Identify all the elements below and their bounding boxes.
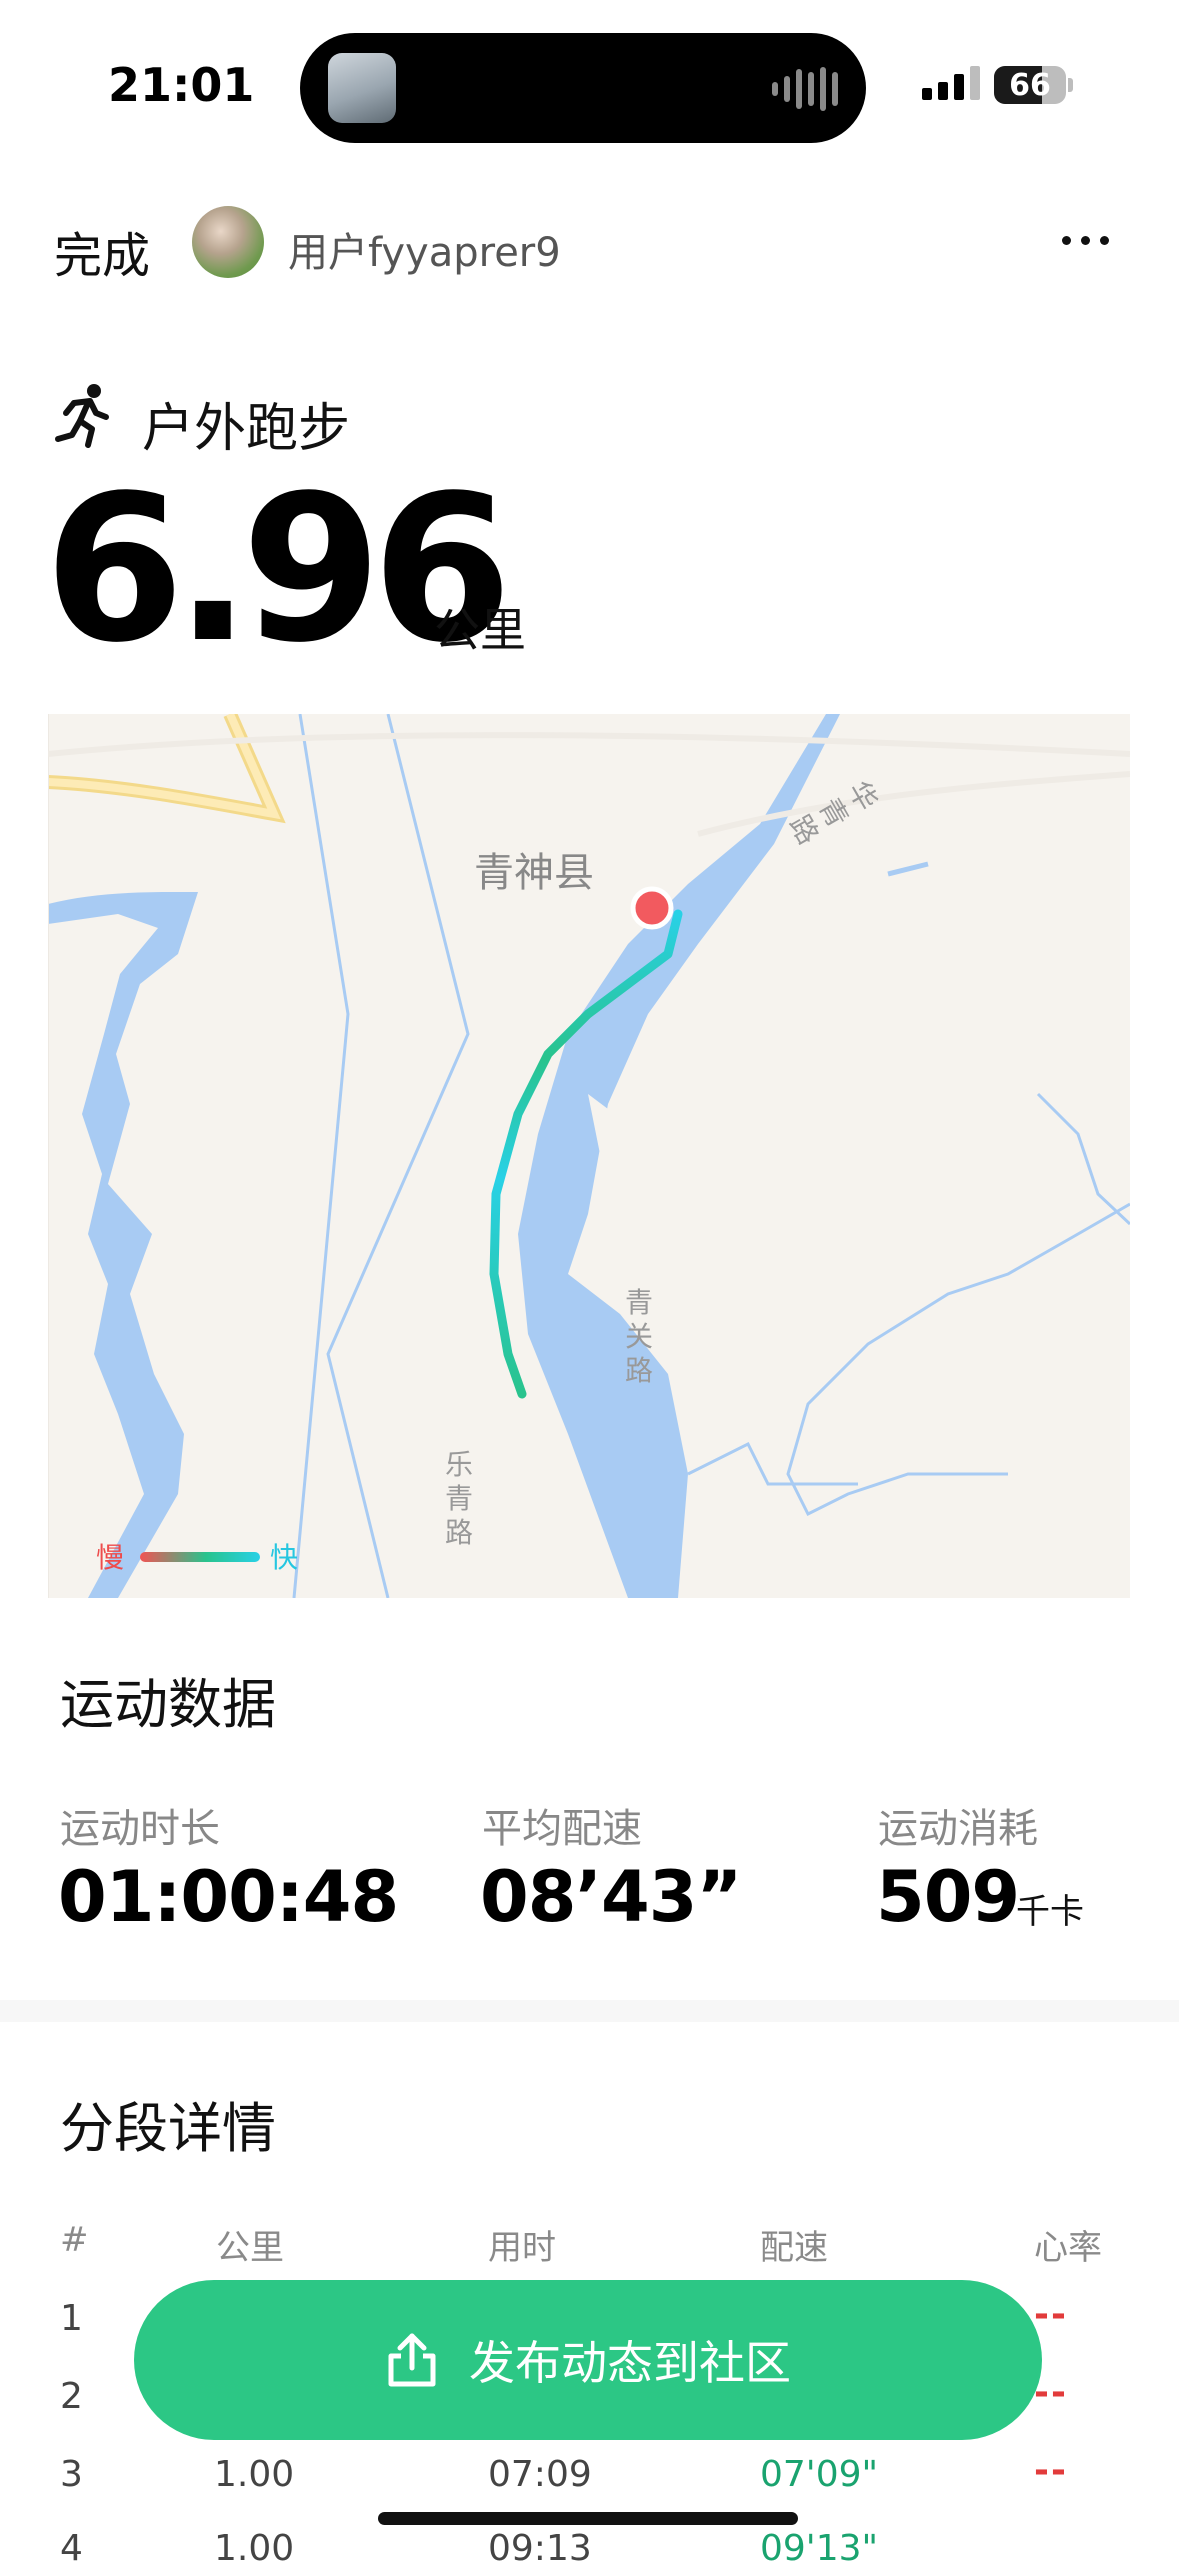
route-map[interactable]: 青神县 华青路 青关路 乐青路 慢 快	[48, 714, 1130, 1598]
stat-value-calories: 509	[876, 1856, 1020, 1938]
split-hr: --	[1034, 2450, 1068, 2491]
map-label-county: 青神县	[474, 850, 594, 896]
split-index: 2	[60, 2376, 83, 2417]
home-indicator[interactable]	[378, 2512, 798, 2525]
battery-cap	[1068, 78, 1073, 92]
route-end-marker	[630, 886, 674, 930]
splits-header-pace: 配速	[760, 2228, 828, 2268]
battery-percent: 66	[1009, 68, 1051, 103]
split-pace: 07'09"	[760, 2454, 879, 2495]
signal-icon	[922, 66, 980, 100]
split-hr: --	[1034, 2294, 1068, 2335]
stats-title: 运动数据	[60, 1673, 276, 1736]
activity-type: 户外跑步	[142, 399, 351, 459]
stat-unit-calories: 千卡	[1016, 1892, 1084, 1932]
stat-label-calories: 运动消耗	[878, 1806, 1038, 1852]
split-index: 4	[60, 2528, 83, 2569]
stat-value-duration: 01:00:48	[58, 1856, 399, 1938]
done-button[interactable]: 完成	[54, 216, 150, 286]
splits-header-hr: 心率	[1034, 2228, 1102, 2268]
voice-activity-icon	[772, 67, 838, 111]
distance-unit: 公里	[434, 603, 526, 657]
status-time: 21:01	[108, 58, 255, 112]
split-time: 07:09	[488, 2454, 592, 2495]
split-index: 3	[60, 2454, 83, 2495]
pace-legend-bar	[140, 1552, 260, 1562]
split-km: 1.00	[214, 2528, 295, 2569]
stat-value-pace: 08’43”	[480, 1856, 742, 1938]
splits-header-index: #	[60, 2220, 89, 2260]
username[interactable]: 用户fyyaprer9	[288, 220, 561, 278]
media-thumbnail	[328, 53, 396, 123]
splits-header-time: 用时	[488, 2228, 556, 2268]
section-divider	[0, 2000, 1179, 2022]
split-time: 09:13	[488, 2528, 592, 2569]
battery-icon: 66	[994, 66, 1066, 104]
map-road-label: 乐青路	[444, 1448, 473, 1549]
dynamic-island[interactable]	[300, 33, 866, 143]
avatar[interactable]	[192, 206, 264, 278]
publish-button[interactable]: 发布动态到社区	[134, 2280, 1042, 2440]
legend-fast-label: 快	[270, 1541, 299, 1574]
more-icon[interactable]	[1062, 236, 1109, 245]
map-river-west	[48, 892, 198, 1598]
stat-label-pace: 平均配速	[482, 1806, 642, 1852]
publish-label: 发布动态到社区	[469, 2336, 791, 2390]
stat-label-duration: 运动时长	[60, 1806, 220, 1852]
map-road-label: 青关路	[624, 1286, 653, 1387]
running-icon	[55, 384, 109, 448]
splits-title: 分段详情	[60, 2097, 276, 2160]
splits-header-km: 公里	[216, 2228, 284, 2268]
share-icon	[388, 2333, 436, 2387]
split-km: 1.00	[214, 2454, 295, 2495]
legend-slow-label: 慢	[96, 1541, 125, 1574]
split-index: 1	[60, 2298, 83, 2339]
split-pace: 09'13"	[760, 2528, 879, 2569]
